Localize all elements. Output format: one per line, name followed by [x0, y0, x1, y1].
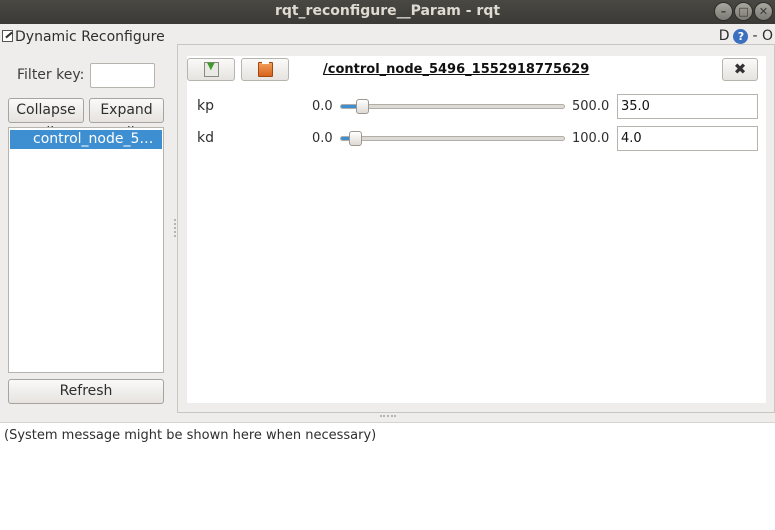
param-editor: /control_node_5496_1552918775629 ✖ kp 0.… — [187, 56, 766, 403]
slider-handle[interactable] — [349, 131, 362, 146]
collapse-all-button[interactable]: Collapse all — [8, 98, 84, 141]
node-tree[interactable]: control_node_5… — [8, 127, 164, 373]
param-max: 500.0 — [572, 99, 610, 114]
filter-key-label: Filter key: — [17, 67, 85, 83]
close-icon: ✕ — [758, 5, 769, 18]
plugin-title: Dynamic Reconfigure — [2, 29, 165, 45]
editor-panel: /control_node_5496_1552918775629 ✖ kp 0.… — [177, 44, 775, 413]
slider-handle[interactable] — [356, 99, 369, 114]
param-name: kd — [197, 130, 214, 146]
minimize-icon: – — [720, 5, 727, 18]
status-area: (System message might be shown here when… — [0, 422, 775, 530]
tree-item-control-node[interactable]: control_node_5… — [10, 130, 162, 149]
plugin-title-label: Dynamic Reconfigure — [15, 29, 165, 45]
splitter-handle[interactable] — [174, 219, 176, 237]
expand-all-button[interactable]: Expand all — [89, 98, 164, 141]
param-slider[interactable] — [340, 131, 565, 146]
dock-controls: D? - O — [715, 28, 773, 44]
save-params-button[interactable] — [187, 58, 235, 81]
filter-key-input[interactable] — [90, 63, 155, 88]
folder-open-icon — [258, 60, 273, 77]
param-row-kd: kd 0.0 100.0 4.0 — [187, 126, 766, 152]
close-editor-button[interactable]: ✖ — [722, 58, 758, 81]
dock-pin-icon[interactable] — [2, 30, 13, 42]
close-icon: ✖ — [733, 60, 747, 78]
maximize-button[interactable]: □ — [734, 2, 753, 21]
window-title: rqt_reconfigure__Param - rqt — [274, 3, 501, 19]
save-icon — [204, 61, 219, 77]
close-window-button[interactable]: ✕ — [754, 2, 773, 21]
dock-options[interactable]: - O — [752, 28, 773, 44]
param-name: kp — [197, 98, 214, 114]
param-value-input[interactable]: 4.0 — [617, 126, 758, 151]
minimize-button[interactable]: – — [714, 2, 733, 21]
param-min: 0.0 — [312, 99, 333, 114]
main-area: Dynamic Reconfigure D? - O Filter key: Co… — [0, 24, 775, 422]
param-value-input[interactable]: 35.0 — [617, 94, 758, 119]
dock-label[interactable]: D — [719, 28, 730, 44]
maximize-icon: □ — [738, 5, 749, 18]
help-icon[interactable]: ? — [733, 29, 749, 44]
node-name-title: /control_node_5496_1552918775629 — [323, 62, 590, 77]
param-min: 0.0 — [312, 131, 333, 146]
param-row-kp: kp 0.0 500.0 35.0 — [187, 94, 766, 120]
bottom-splitter-handle[interactable] — [380, 415, 396, 417]
param-slider[interactable] — [340, 99, 565, 114]
window-titlebar: rqt_reconfigure__Param - rqt – □ ✕ — [0, 0, 775, 24]
refresh-button[interactable]: Refresh — [8, 379, 164, 404]
status-message: (System message might be shown here when… — [4, 428, 377, 443]
load-params-button[interactable] — [241, 58, 289, 81]
param-max: 100.0 — [572, 131, 610, 146]
